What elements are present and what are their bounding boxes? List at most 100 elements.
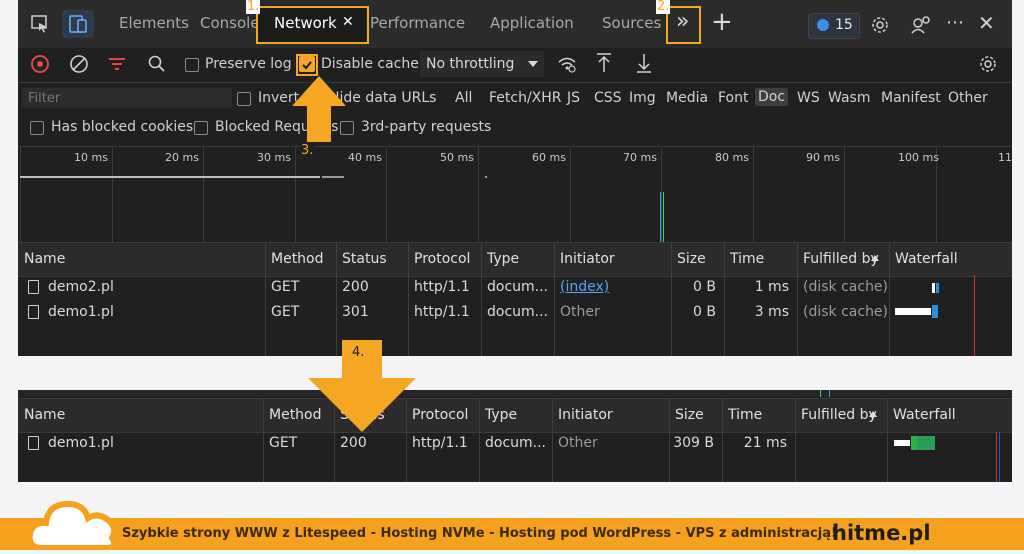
cell-time: 1 ms bbox=[754, 279, 789, 295]
device-toolbar-icon[interactable] bbox=[62, 10, 94, 38]
add-tab-icon[interactable]: + bbox=[711, 7, 733, 37]
search-icon[interactable] bbox=[148, 55, 166, 77]
column-divider[interactable] bbox=[795, 398, 796, 482]
promo-banner[interactable]: Szybkie strony WWW z Litespeed - Hosting… bbox=[0, 500, 1024, 551]
column-header-time[interactable]: Time bbox=[730, 251, 764, 267]
column-divider[interactable] bbox=[554, 242, 555, 356]
timeline-gridline bbox=[203, 147, 204, 242]
tab-elements[interactable]: Elements bbox=[119, 14, 189, 32]
column-header-size[interactable]: Size bbox=[677, 251, 706, 267]
column-divider[interactable] bbox=[265, 242, 266, 356]
table-row[interactable]: demo1.pl GET 200 http/1.1 docum... Other 309 B… bbox=[18, 432, 1012, 456]
export-har-icon[interactable] bbox=[636, 52, 652, 78]
timeline-tick-label: 40 ms bbox=[348, 151, 382, 164]
column-header-waterfall[interactable]: Waterfall bbox=[895, 251, 958, 267]
type-filter-2[interactable]: JS bbox=[567, 90, 580, 106]
close-devtools-icon[interactable]: ✕ bbox=[978, 11, 995, 35]
cell-type: docum... bbox=[485, 435, 547, 451]
column-divider[interactable] bbox=[336, 242, 337, 356]
filter-toggle-icon[interactable] bbox=[108, 56, 126, 76]
column-divider[interactable] bbox=[722, 398, 723, 482]
tab-sources[interactable]: Sources bbox=[602, 14, 661, 32]
timeline-gridline bbox=[295, 147, 296, 242]
column-divider[interactable] bbox=[481, 242, 482, 356]
devtools-panel-bottom: NameMethodStatusProtocolTypeInitiatorSiz… bbox=[18, 390, 1012, 482]
type-filter-9[interactable]: Wasm bbox=[828, 90, 870, 106]
requests-table-header: NameMethodStatusProtocolTypeInitiatorSiz… bbox=[18, 398, 1012, 433]
column-header-fulfilled-by[interactable]: Fulfilled by bbox=[803, 251, 879, 267]
type-filter-8[interactable]: WS bbox=[797, 90, 820, 106]
timeline-overview[interactable]: 10 ms 20 ms 30 ms 40 ms 50 ms 60 ms 70 ms 80 ms… bbox=[18, 146, 1012, 242]
column-header-initiator[interactable]: Initiator bbox=[558, 407, 613, 423]
tab-performance[interactable]: Performance bbox=[370, 14, 465, 32]
column-divider[interactable] bbox=[479, 398, 480, 482]
cell-name[interactable]: demo2.pl bbox=[48, 279, 114, 295]
load-event-line bbox=[829, 390, 830, 397]
column-header-name[interactable]: Name bbox=[24, 407, 65, 423]
blocked-cookies-checkbox[interactable] bbox=[30, 121, 44, 135]
import-har-icon[interactable] bbox=[596, 52, 612, 78]
cell-name[interactable]: demo1.pl bbox=[48, 304, 114, 320]
column-header-initiator[interactable]: Initiator bbox=[560, 251, 615, 267]
dom-content-loaded-line bbox=[660, 192, 661, 242]
column-header-size[interactable]: Size bbox=[675, 407, 704, 423]
tab-application[interactable]: Application bbox=[490, 14, 574, 32]
network-settings-gear-icon[interactable] bbox=[978, 54, 998, 78]
type-filter-4[interactable]: Img bbox=[629, 90, 656, 106]
preserve-log-checkbox[interactable] bbox=[185, 58, 199, 72]
timeline-tick-label: 60 ms bbox=[532, 151, 566, 164]
column-header-protocol[interactable]: Protocol bbox=[414, 251, 470, 267]
more-options-icon[interactable]: ⋯ bbox=[946, 12, 964, 33]
type-filter-0[interactable]: All bbox=[455, 90, 472, 106]
column-header-method[interactable]: Method bbox=[271, 251, 324, 267]
waterfall-bar bbox=[932, 283, 935, 293]
waterfall-line bbox=[999, 432, 1000, 482]
clear-log-icon[interactable] bbox=[69, 54, 89, 78]
table-row[interactable]: demo1.pl GET 301 http/1.1 docum... Other 0 B 3 … bbox=[18, 301, 1012, 325]
table-row[interactable]: demo2.pl GET 200 http/1.1 docum... (index) 0 B… bbox=[18, 276, 1012, 300]
column-header-time[interactable]: Time bbox=[728, 407, 762, 423]
type-filter-10[interactable]: Manifest bbox=[881, 90, 941, 106]
cell-initiator[interactable]: (index) bbox=[560, 279, 609, 295]
blocked-requests-checkbox[interactable] bbox=[194, 121, 208, 135]
network-conditions-icon[interactable] bbox=[556, 54, 578, 78]
column-header-protocol[interactable]: Protocol bbox=[412, 407, 468, 423]
column-divider[interactable] bbox=[724, 242, 725, 356]
column-header-name[interactable]: Name bbox=[24, 251, 65, 267]
customize-icon[interactable] bbox=[910, 15, 932, 39]
type-filter-5[interactable]: Media bbox=[666, 90, 708, 106]
cell-name[interactable]: demo1.pl bbox=[48, 435, 114, 451]
column-header-status[interactable]: Status bbox=[342, 251, 387, 267]
column-divider[interactable] bbox=[887, 398, 888, 482]
column-divider[interactable] bbox=[669, 398, 670, 482]
cell-fulfilled: (disk cache) bbox=[803, 279, 889, 295]
type-filter-3[interactable]: CSS bbox=[594, 90, 622, 106]
column-divider[interactable] bbox=[671, 242, 672, 356]
issue-message-icon bbox=[817, 19, 829, 31]
throttling-select[interactable]: No throttling bbox=[420, 51, 544, 77]
record-icon[interactable] bbox=[31, 55, 49, 73]
tab-console[interactable]: Console bbox=[200, 14, 260, 32]
overview-dot bbox=[485, 176, 487, 178]
type-filter-7[interactable]: Doc bbox=[755, 88, 789, 106]
column-header-waterfall[interactable]: Waterfall bbox=[893, 407, 956, 423]
column-divider[interactable] bbox=[889, 242, 890, 356]
filter-input[interactable] bbox=[22, 88, 232, 108]
column-divider[interactable] bbox=[552, 398, 553, 482]
cell-time: 3 ms bbox=[754, 304, 789, 320]
column-header-fulfilled-by[interactable]: Fulfilled by bbox=[801, 407, 877, 423]
column-divider[interactable] bbox=[797, 242, 798, 356]
column-header-type[interactable]: Type bbox=[487, 251, 519, 267]
inspect-element-icon[interactable] bbox=[30, 14, 50, 34]
column-divider[interactable] bbox=[408, 242, 409, 356]
document-file-icon bbox=[28, 305, 39, 319]
issues-badge[interactable]: 15 bbox=[808, 13, 860, 39]
settings-gear-icon[interactable] bbox=[870, 15, 890, 39]
banner-text: Szybkie strony WWW z Litespeed - Hosting… bbox=[122, 526, 837, 541]
type-filter-6[interactable]: Font bbox=[718, 90, 748, 106]
type-filter-11[interactable]: Other bbox=[948, 90, 988, 106]
invert-checkbox[interactable] bbox=[237, 92, 251, 106]
column-header-type[interactable]: Type bbox=[485, 407, 517, 423]
type-filter-1[interactable]: Fetch/XHR bbox=[489, 90, 562, 106]
column-divider[interactable] bbox=[263, 398, 264, 482]
